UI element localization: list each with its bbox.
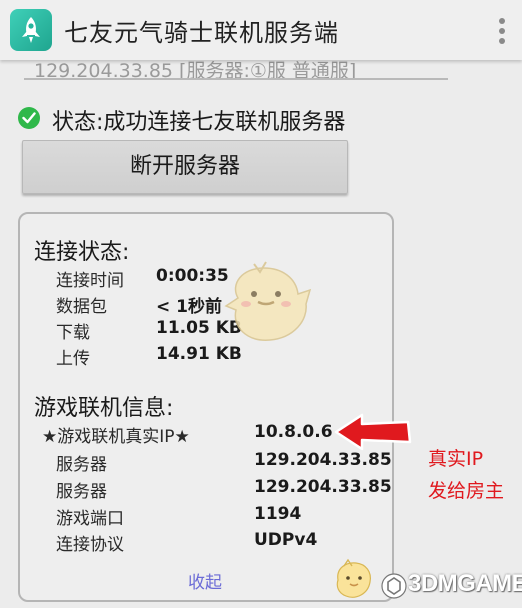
row-label: 连接时间 bbox=[56, 271, 124, 291]
info-card: 连接状态: 连接时间 0:00:35 数据包 < 1秒前 下载 11.05 KB… bbox=[18, 212, 394, 602]
annotation-real-ip: 真实IP bbox=[428, 448, 484, 470]
row-value: 1194 bbox=[254, 504, 302, 524]
row-label: 连接协议 bbox=[56, 535, 124, 555]
row-label: 数据包 bbox=[56, 297, 107, 317]
action-bar: 七友元气骑士联机服务端 bbox=[0, 0, 522, 60]
row-value: UDPv4 bbox=[254, 530, 318, 550]
game-info-row: 游戏端口 1194 bbox=[20, 504, 392, 530]
game-info-title: 游戏联机信息: bbox=[34, 396, 174, 421]
info-row: 下载 11.05 KB bbox=[20, 318, 392, 344]
disconnect-server-button[interactable]: 断开服务器 bbox=[22, 140, 348, 194]
collapse-link[interactable]: 收起 bbox=[188, 568, 222, 593]
row-label: 下载 bbox=[56, 323, 90, 343]
divider bbox=[24, 78, 448, 80]
game-info-row: 服务器 129.204.33.85 bbox=[20, 450, 392, 476]
real-ip-value[interactable]: 10.8.0.6 bbox=[254, 422, 333, 442]
row-label: ★游戏联机真实IP★ bbox=[42, 427, 190, 447]
rocket-icon bbox=[10, 9, 52, 51]
game-info-row: 服务器 129.204.33.85 bbox=[20, 477, 392, 503]
annotation-send-to-host: 发给房主 bbox=[428, 480, 505, 502]
row-value: 129.204.33.85 bbox=[254, 477, 392, 497]
row-label: 游戏端口 bbox=[56, 509, 124, 529]
check-circle-icon bbox=[18, 107, 40, 129]
mascot-icon bbox=[224, 261, 312, 341]
info-row: 上传 14.91 KB bbox=[20, 344, 392, 370]
mascot-icon bbox=[336, 558, 371, 598]
overflow-menu-icon[interactable] bbox=[494, 16, 510, 46]
row-value: < 1秒前 bbox=[156, 297, 222, 317]
row-label: 服务器 bbox=[56, 455, 107, 475]
arrow-left-icon bbox=[334, 413, 412, 451]
app-title: 七友元气骑士联机服务端 bbox=[64, 19, 339, 47]
info-row: 连接时间 0:00:35 bbox=[20, 266, 392, 292]
row-value: 14.91 KB bbox=[156, 344, 242, 364]
game-info-row: 连接协议 UDPv4 bbox=[20, 530, 392, 556]
row-value: 129.204.33.85 bbox=[254, 450, 392, 470]
connection-status-title: 连接状态: bbox=[34, 240, 130, 265]
watermark-logo-icon bbox=[381, 573, 407, 599]
row-label: 上传 bbox=[56, 349, 90, 369]
status-text: 状态:成功连接七友联机服务器 bbox=[52, 110, 346, 135]
watermark: 3DMGAME bbox=[380, 568, 522, 602]
info-row: 数据包 < 1秒前 bbox=[20, 292, 392, 318]
row-value: 0:00:35 bbox=[156, 266, 229, 286]
watermark-text: 3DMGAME bbox=[408, 570, 522, 597]
row-label: 服务器 bbox=[56, 482, 107, 502]
